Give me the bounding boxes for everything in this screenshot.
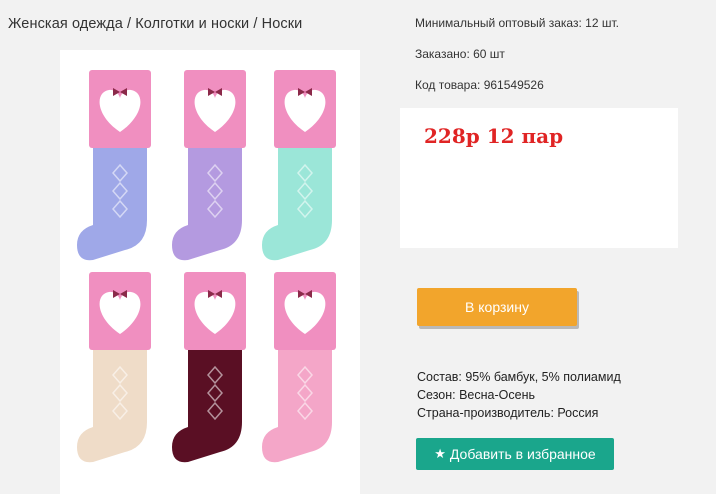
season-text: Сезон: Весна-Осень: [417, 388, 535, 402]
sock-item: [172, 272, 246, 463]
min-order-text: Минимальный оптовый заказ: 12 шт.: [415, 16, 619, 30]
price-text: 228р 12 пар: [424, 124, 564, 148]
add-to-cart-button[interactable]: В корзину: [417, 288, 577, 326]
composition-text: Состав: 95% бамбук, 5% полиамид: [417, 370, 621, 384]
sock-item: [77, 70, 151, 261]
product-code-text: Код товара: 961549526: [415, 78, 544, 92]
breadcrumb[interactable]: Женская одежда / Колготки и носки / Носк…: [8, 16, 302, 32]
price-panel: 228р 12 пар: [400, 108, 678, 248]
socks-illustration: [77, 70, 336, 463]
sock-item: [172, 70, 246, 261]
star-icon: ★: [434, 446, 446, 461]
sock-item: [77, 272, 151, 463]
sock-item: [262, 70, 336, 261]
add-to-favorites-button[interactable]: ★ Добавить в избранное: [416, 438, 614, 470]
ordered-count-text: Заказано: 60 шт: [415, 47, 505, 61]
product-image[interactable]: [60, 50, 360, 494]
sock-item: [262, 272, 336, 463]
add-to-favorites-label: Добавить в избранное: [449, 446, 596, 462]
country-text: Страна-производитель: Россия: [417, 406, 599, 420]
